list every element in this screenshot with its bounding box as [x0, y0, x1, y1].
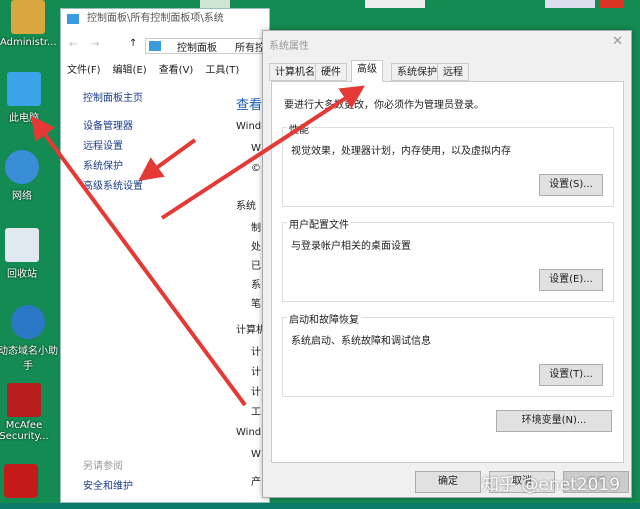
arrow-to-advanced-tab — [160, 85, 366, 220]
tab-advanced[interactable]: 高级 — [351, 60, 383, 82]
watermark: 知乎 @enet2019 — [482, 475, 621, 495]
annotation-arrows — [30, 85, 366, 407]
arrow-to-advanced-settings — [138, 138, 197, 182]
arrow-to-this-pc — [30, 115, 247, 407]
